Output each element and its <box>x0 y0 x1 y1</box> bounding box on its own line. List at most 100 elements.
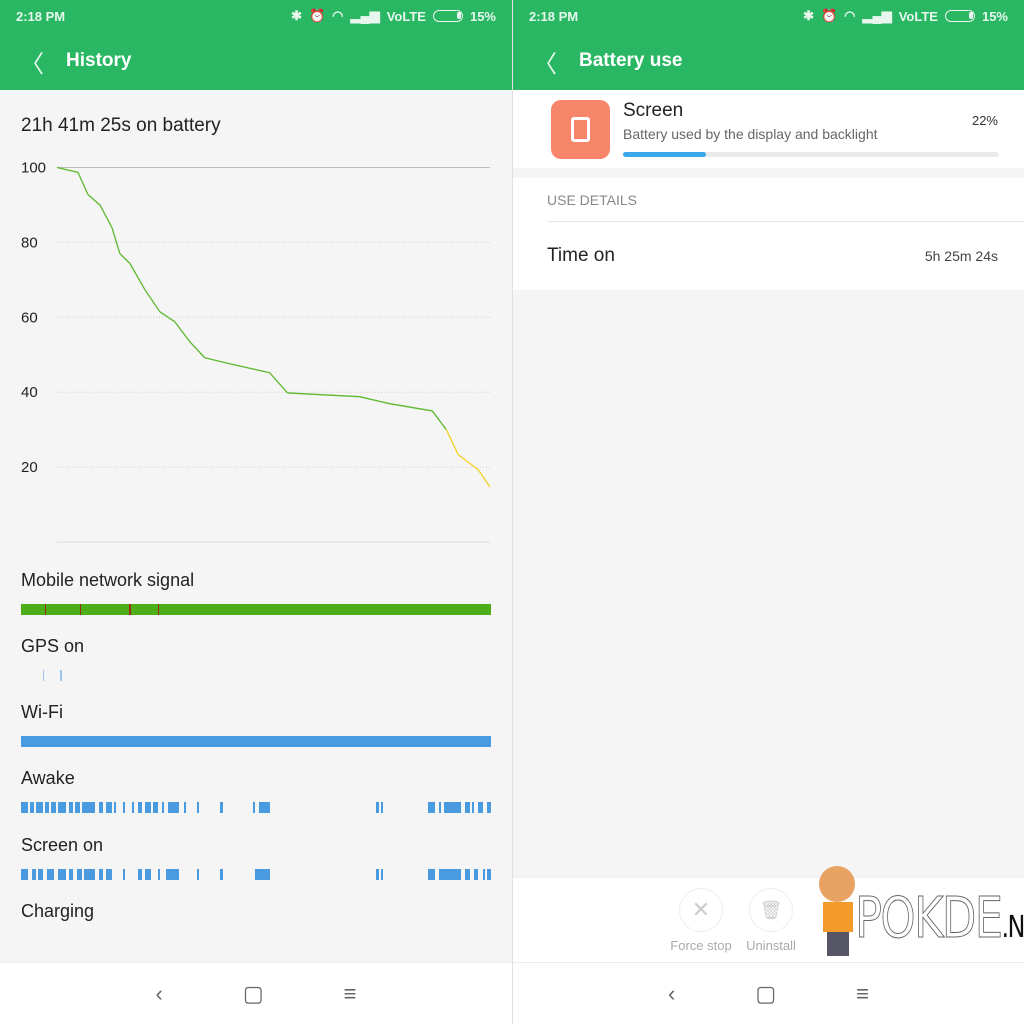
nav-menu-button[interactable]: ≡ <box>856 981 869 1007</box>
track-segment <box>259 802 271 813</box>
track-label: Screen on <box>21 835 104 855</box>
track-segment <box>47 869 54 880</box>
track-segment <box>376 869 379 880</box>
track-segment <box>439 802 442 813</box>
track-segment <box>486 869 491 880</box>
app-bar: 〈 Battery use <box>513 32 1024 90</box>
track-segment <box>81 802 95 813</box>
track-segment <box>443 802 461 813</box>
track-segment <box>376 802 379 813</box>
track-segment <box>252 802 255 813</box>
battery-line-segment <box>287 392 360 398</box>
nav-back-button[interactable]: ‹ <box>668 981 675 1007</box>
track-segment <box>183 802 186 813</box>
battery-line-segment <box>359 396 389 405</box>
signal-drop-mark <box>129 604 131 615</box>
track-segment <box>68 869 73 880</box>
usage-bar-fill <box>623 152 706 157</box>
track-segment <box>131 802 134 813</box>
track-segment <box>138 802 143 813</box>
track-segment <box>157 869 160 880</box>
track-segment <box>51 802 56 813</box>
track-segment <box>114 802 117 813</box>
app-usage-card: Screen Battery used by the display and b… <box>513 90 1024 168</box>
use-details-section: USE DETAILS Time on 5h 25m 24s <box>513 178 1024 290</box>
track-segment <box>482 869 485 880</box>
track-segment <box>60 670 62 681</box>
battery-line-segment <box>159 311 176 323</box>
battery-line-segment <box>119 253 131 264</box>
track-label: Charging <box>21 901 95 921</box>
battery-line-segment <box>229 363 270 374</box>
nav-bar: ‹ ▢ ≡ <box>513 962 1024 1024</box>
track-segment <box>36 802 43 813</box>
track-segment <box>29 802 34 813</box>
battery-line-segment <box>189 341 206 359</box>
battery-line-segment <box>269 372 289 394</box>
nav-menu-button[interactable]: ≡ <box>344 981 357 1007</box>
signal-drop-mark <box>44 604 47 615</box>
battery-line-segment <box>388 402 433 412</box>
nav-home-button[interactable]: ▢ <box>243 981 264 1007</box>
track-segment <box>57 869 67 880</box>
track-bar <box>21 736 491 747</box>
track-segment <box>428 802 435 813</box>
battery-icon <box>944 10 975 22</box>
signal-drop-mark <box>79 604 81 615</box>
battery-level: 15% <box>981 8 1008 24</box>
track-segment <box>138 869 143 880</box>
track-segment <box>122 869 125 880</box>
trash-icon: 🗑 <box>749 888 793 932</box>
track-segment <box>196 869 199 880</box>
battery-line-segment <box>445 429 459 456</box>
track-bar <box>21 802 491 813</box>
track-segment <box>255 869 271 880</box>
track-segment <box>220 869 223 880</box>
track-segment <box>196 802 199 813</box>
app-description: Battery used by the display and backligh… <box>623 126 878 142</box>
battery-line-segment <box>204 357 230 365</box>
battery-line-segment <box>56 166 79 174</box>
track-bar <box>21 935 491 946</box>
track-bar <box>21 604 491 615</box>
track-bar <box>21 869 491 880</box>
track-segment <box>144 869 151 880</box>
force-stop-button[interactable]: ✕ Force stop <box>668 888 734 953</box>
track-segment <box>99 869 104 880</box>
back-button[interactable]: 〈 <box>533 44 557 79</box>
track-segment <box>428 869 435 880</box>
close-icon: ✕ <box>679 888 723 932</box>
battery-line-segment <box>174 321 191 343</box>
track-segment <box>161 802 164 813</box>
status-time: 2:18 PM <box>529 8 579 24</box>
status-bar: 2:18 PM ✱ ⏰ ◠ ▂▄▆ VoLTE 15% <box>513 0 1024 32</box>
track-segment <box>465 802 470 813</box>
usage-percent: 22% <box>971 113 998 128</box>
battery-history-chart: 100 80 60 40 20 <box>21 160 491 543</box>
track-segment <box>122 802 125 813</box>
battery-line-segment <box>144 289 161 313</box>
action-bar: ✕ Force stop 🗑 Uninstall POKDE.NET <box>513 866 1024 963</box>
nav-home-button[interactable]: ▢ <box>755 981 776 1007</box>
track-segment <box>21 869 28 880</box>
network-type: VoLTE <box>898 8 938 24</box>
screen-app-icon <box>551 100 610 159</box>
battery-line-segment <box>129 263 146 290</box>
battery-use-screen: 2:18 PM ✱ ⏰ ◠ ▂▄▆ VoLTE 15% 〈 Battery use Scre… <box>512 0 1024 1024</box>
track-label: Wi-Fi <box>21 702 63 722</box>
track-label: Awake <box>21 768 75 788</box>
time-on-value: 5h 25m 24s <box>924 248 998 264</box>
track-segment <box>44 802 50 813</box>
uninstall-button[interactable]: 🗑 Uninstall <box>738 888 804 953</box>
track-segment <box>105 802 112 813</box>
track-segment <box>471 802 474 813</box>
nav-back-button[interactable]: ‹ <box>156 981 163 1007</box>
track-segment <box>486 802 491 813</box>
track-segment <box>380 802 383 813</box>
usage-bar <box>623 152 999 157</box>
track-segment <box>144 802 151 813</box>
signal-drop-mark <box>157 604 159 615</box>
track-segment <box>473 869 479 880</box>
track-segment <box>465 869 470 880</box>
y-tick-label: 80 <box>21 234 38 251</box>
